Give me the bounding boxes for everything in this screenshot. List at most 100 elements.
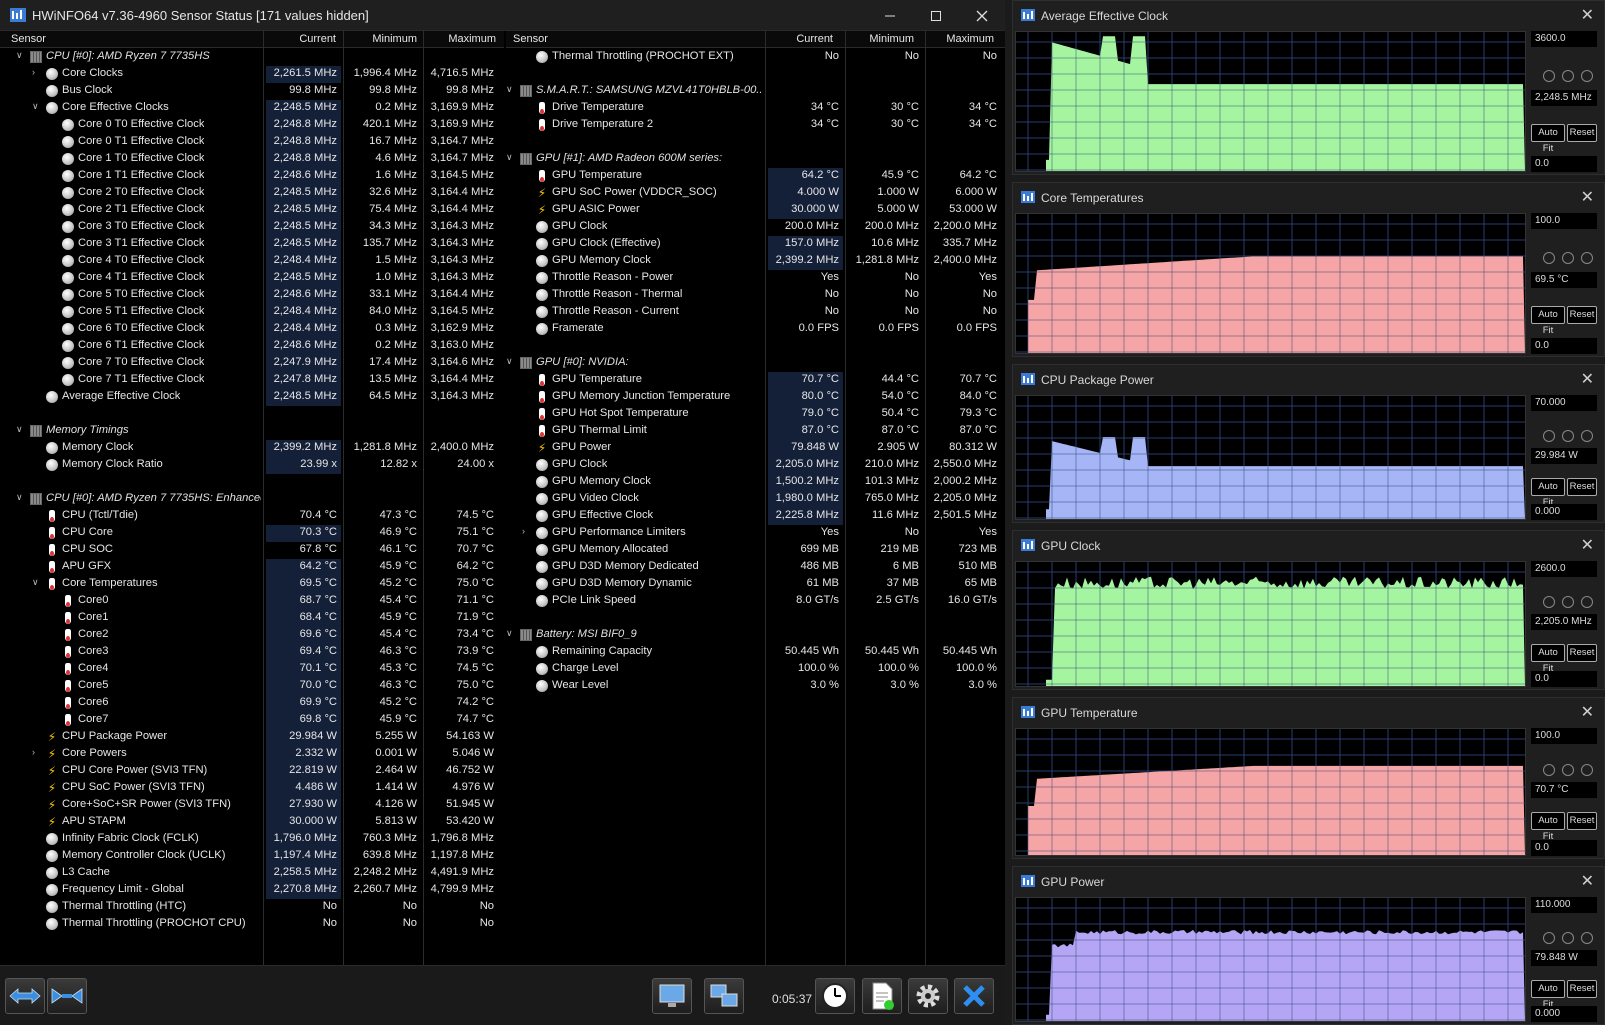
maximize-button[interactable] xyxy=(913,0,959,31)
sensor-row[interactable]: Throttle Reason - Power Yes No Yes xyxy=(506,270,1005,287)
reset-button[interactable]: Reset xyxy=(1567,644,1597,662)
sensor-row[interactable]: ⚡ APU STAPM 30.000 W 5.813 W 53.420 W xyxy=(0,814,504,831)
sensor-row[interactable]: GPU D3D Memory Dynamic 61 MB 37 MB 65 MB xyxy=(506,576,1005,593)
sensor-row[interactable]: ⚡ GPU Power 79.848 W 2.905 W 80.312 W xyxy=(506,440,1005,457)
sensor-row[interactable]: GPU Temperature 64.2 °C 45.9 °C 64.2 °C xyxy=(506,168,1005,185)
sensor-row[interactable]: Core 6 T0 Effective Clock 2,248.4 MHz 0.3 … xyxy=(0,321,504,338)
sensor-row[interactable]: Infinity Fabric Clock (FCLK) 1,796.0 MHz 7… xyxy=(0,831,504,848)
sensor-row[interactable]: GPU Video Clock 1,980.0 MHz 765.0 MHz 2,205… xyxy=(506,491,1005,508)
reset-button[interactable]: Reset xyxy=(1567,124,1597,142)
sensor-group-row[interactable]: ∨ CPU [#0]: AMD Ryzen 7 7735HS xyxy=(0,49,504,66)
sensor-row[interactable]: Memory Controller Clock (UCLK) 1,197.4 MH… xyxy=(0,848,504,865)
col-current[interactable]: Current xyxy=(796,33,833,45)
graph-radio-group[interactable] xyxy=(1543,763,1603,777)
sensor-row[interactable]: ⚡ CPU Package Power 29.984 W 5.255 W 54.163 … xyxy=(0,729,504,746)
graph-radio-group[interactable] xyxy=(1543,429,1603,443)
sensor-row[interactable]: GPU Memory Clock 2,399.2 MHz 1,281.8 MHz 2,… xyxy=(506,253,1005,270)
sensor-row[interactable]: Core 3 T1 Effective Clock 2,248.5 MHz 135.… xyxy=(0,236,504,253)
sensor-row[interactable]: Core6 69.9 °C 45.2 °C 74.2 °C xyxy=(0,695,504,712)
col-current[interactable]: Current xyxy=(299,33,336,45)
radio-button[interactable] xyxy=(1562,764,1574,776)
collapse-arrow-icon[interactable]: ∨ xyxy=(16,492,26,503)
auto-fit-button[interactable]: Auto Fit xyxy=(1531,812,1565,842)
close-icon[interactable]: ✕ xyxy=(1581,369,1594,389)
col-minimum[interactable]: Minimum xyxy=(869,33,914,45)
sensor-group-row[interactable]: ∨ S.M.A.R.T.: SAMSUNG MZVL41T0HBLB-00... xyxy=(506,83,1005,100)
sensor-row[interactable]: GPU Memory Allocated 699 MB 219 MB 723 MB xyxy=(506,542,1005,559)
radio-button[interactable] xyxy=(1562,932,1574,944)
reset-button[interactable]: Reset xyxy=(1567,478,1597,496)
sensor-row[interactable]: Core2 69.6 °C 45.4 °C 73.4 °C xyxy=(0,627,504,644)
clock-button[interactable] xyxy=(815,978,855,1014)
close-icon[interactable]: ✕ xyxy=(1581,535,1594,555)
collapse-all-button[interactable] xyxy=(47,978,87,1014)
sensor-row[interactable]: Throttle Reason - Current No No No xyxy=(506,304,1005,321)
graph-window[interactable]: CPU Package Power ✕ 70.000 29.984 W Auto Fit… xyxy=(1012,364,1605,523)
sensor-row[interactable]: ⚡ GPU SoC Power (VDDCR_SOC) 4.000 W 1.000 W… xyxy=(506,185,1005,202)
radio-button[interactable] xyxy=(1543,252,1555,264)
sensor-row[interactable]: CPU (Tctl/Tdie) 70.4 °C 47.3 °C 74.5 °C xyxy=(0,508,504,525)
sensor-row[interactable]: Thermal Throttling (HTC) No No No xyxy=(0,899,504,916)
auto-fit-button[interactable]: Auto Fit xyxy=(1531,980,1565,1010)
sensor-row[interactable]: Core 5 T0 Effective Clock 2,248.6 MHz 33.1… xyxy=(0,287,504,304)
collapse-arrow-icon[interactable]: ∨ xyxy=(506,356,516,367)
sensor-row[interactable]: Drive Temperature 34 °C 30 °C 34 °C xyxy=(506,100,1005,117)
sensor-row[interactable]: ⚡ CPU SoC Power (SVI3 TFN) 4.486 W 1.414 W 4… xyxy=(0,780,504,797)
auto-fit-button[interactable]: Auto Fit xyxy=(1531,478,1565,508)
network-button[interactable] xyxy=(652,978,692,1014)
radio-button[interactable] xyxy=(1543,932,1555,944)
sensor-row[interactable]: Drive Temperature 2 34 °C 30 °C 34 °C xyxy=(506,117,1005,134)
collapse-arrow-icon[interactable]: ∨ xyxy=(506,628,516,639)
sensor-row[interactable]: GPU Memory Junction Temperature 80.0 °C 54… xyxy=(506,389,1005,406)
sensor-row[interactable]: Core 0 T1 Effective Clock 2,248.8 MHz 16.7… xyxy=(0,134,504,151)
col-minimum[interactable]: Minimum xyxy=(372,33,417,45)
radio-button[interactable] xyxy=(1562,596,1574,608)
sensor-row[interactable]: Core 7 T0 Effective Clock 2,247.9 MHz 17.4… xyxy=(0,355,504,372)
sensor-row[interactable]: Core1 68.4 °C 45.9 °C 71.9 °C xyxy=(0,610,504,627)
sensor-row[interactable]: ∨ Core Temperatures 69.5 °C 45.2 °C 75.0 °C xyxy=(0,576,504,593)
sensor-row[interactable]: Core 2 T1 Effective Clock 2,248.5 MHz 75.4… xyxy=(0,202,504,219)
sensor-row[interactable]: CPU Core 70.3 °C 46.9 °C 75.1 °C xyxy=(0,525,504,542)
sensor-row[interactable]: Frequency Limit - Global 2,270.8 MHz 2,260… xyxy=(0,882,504,899)
sensor-row[interactable]: Core3 69.4 °C 46.3 °C 73.9 °C xyxy=(0,644,504,661)
sensor-row[interactable]: Core 3 T0 Effective Clock 2,248.5 MHz 34.3… xyxy=(0,219,504,236)
log-button[interactable] xyxy=(862,978,902,1014)
auto-fit-button[interactable]: Auto Fit xyxy=(1531,306,1565,336)
radio-button[interactable] xyxy=(1581,252,1593,264)
sensor-row[interactable]: Framerate 0.0 FPS 0.0 FPS 0.0 FPS xyxy=(506,321,1005,338)
radio-button[interactable] xyxy=(1581,596,1593,608)
radio-button[interactable] xyxy=(1581,764,1593,776)
radio-button[interactable] xyxy=(1581,932,1593,944)
sensor-row[interactable]: Core5 70.0 °C 46.3 °C 75.0 °C xyxy=(0,678,504,695)
settings-button[interactable] xyxy=(908,978,948,1014)
sensor-group-row[interactable]: ∨ Memory Timings xyxy=(0,423,504,440)
sensor-group-row[interactable]: ∨ Battery: MSI BIF0_9 xyxy=(506,627,1005,644)
sensor-row[interactable]: Core 0 T0 Effective Clock 2,248.8 MHz 420.… xyxy=(0,117,504,134)
sensor-row[interactable]: Core0 68.7 °C 45.4 °C 71.1 °C xyxy=(0,593,504,610)
sensor-row[interactable]: GPU Clock 200.0 MHz 200.0 MHz 2,200.0 MHz xyxy=(506,219,1005,236)
sensor-row[interactable]: Core 5 T1 Effective Clock 2,248.4 MHz 84.0… xyxy=(0,304,504,321)
graph-window[interactable]: Core Temperatures ✕ 100.0 69.5 °C Auto Fit Re… xyxy=(1012,182,1605,357)
sensor-row[interactable]: Core 1 T1 Effective Clock 2,248.6 MHz 1.6 … xyxy=(0,168,504,185)
graph-window[interactable]: Average Effective Clock ✕ 3600.0 2,248.5 MH… xyxy=(1012,0,1605,175)
sensor-row[interactable]: Core7 69.8 °C 45.9 °C 74.7 °C xyxy=(0,712,504,729)
collapse-arrow-icon[interactable]: ∨ xyxy=(32,577,42,588)
sensor-row[interactable]: L3 Cache 2,258.5 MHz 2,248.2 MHz 4,491.9 MH… xyxy=(0,865,504,882)
radio-button[interactable] xyxy=(1581,430,1593,442)
sensor-row[interactable]: ⚡ CPU Core Power (SVI3 TFN) 22.819 W 2.464 … xyxy=(0,763,504,780)
expand-arrow-icon[interactable]: › xyxy=(522,526,532,536)
sensor-row[interactable]: GPU Thermal Limit 87.0 °C 87.0 °C 87.0 °C xyxy=(506,423,1005,440)
radio-button[interactable] xyxy=(1543,764,1555,776)
graph-window[interactable]: GPU Power ✕ 110.000 79.848 W Auto Fit Reset 0.… xyxy=(1012,866,1605,1025)
sensor-table-right[interactable]: Sensor Current Minimum Maximum Thermal T… xyxy=(506,31,1005,965)
auto-fit-button[interactable]: Auto Fit xyxy=(1531,124,1565,154)
sensor-table-left[interactable]: Sensor Current Minimum Maximum ∨ CPU [#0]… xyxy=(0,31,504,965)
graph-window[interactable]: GPU Clock ✕ 2600.0 2,205.0 MHz Auto Fit Reset… xyxy=(1012,530,1605,690)
close-button[interactable] xyxy=(959,0,1005,31)
sensor-row[interactable]: Wear Level 3.0 % 3.0 % 3.0 % xyxy=(506,678,1005,695)
sensor-row[interactable]: › ⚡ Core Powers 2.332 W 0.001 W 5.046 W xyxy=(0,746,504,763)
collapse-arrow-icon[interactable]: ∨ xyxy=(506,84,516,95)
expand-arrow-icon[interactable]: › xyxy=(32,67,42,77)
reset-button[interactable]: Reset xyxy=(1567,980,1597,998)
radio-button[interactable] xyxy=(1543,430,1555,442)
